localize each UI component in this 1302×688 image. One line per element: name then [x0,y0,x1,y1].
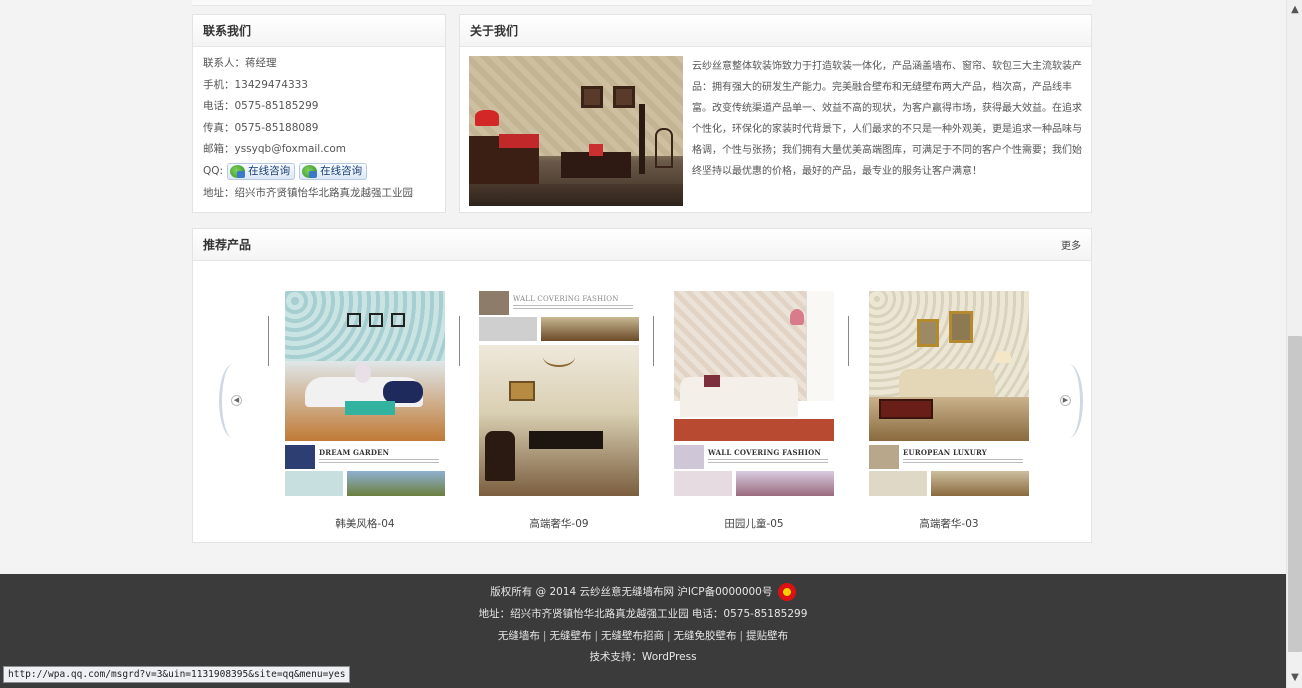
product-name: 高端奢华-03 [919,518,979,530]
red-lamp [475,110,499,126]
qq-chat-icon [230,165,246,179]
copyright-text: 版权所有 @ 2014 云纱丝意无缝墙布网 沪ICP备0000000号 [490,586,773,598]
bird-cage [655,128,673,168]
page: 联系我们 联系人：蒋经理 手机：13429474333 电话：0575-8518… [0,0,1286,688]
browser-status-url: http://wpa.qq.com/msgrd?v=3&uin=11319083… [3,666,351,683]
scroll-thumb[interactable] [1288,336,1302,652]
product-card[interactable]: EUROPEAN LUXURY 高端奢华-03 [869,291,1029,531]
product-caption: WALL COVERING FASHION [513,295,619,303]
footer-link-sticker[interactable]: 提贴壁布 [746,630,788,642]
about-header: 关于我们 [460,15,1091,47]
carousel-prev-button[interactable]: ◀ [219,364,249,438]
qq-chat-icon [302,165,318,179]
footer-links: 无缝墙布 | 无缝壁布 | 无缝壁布招商 | 无缝免胶壁布 | 提贴壁布 [497,629,789,642]
contact-fax: 传真：0575-85188089 [203,121,319,134]
carousel-next-button[interactable]: ▶ [1053,364,1083,438]
footer-link-glueless[interactable]: 无缝免胶壁布 [674,630,737,642]
footer-link-seamless-wallcloth[interactable]: 无缝墙布 [498,630,540,642]
product-caption: DREAM GARDEN [319,448,390,457]
footer-link-seamless-wallpaper[interactable]: 无缝壁布 [549,630,591,642]
product-image: WALL COVERING FASHION [479,291,639,496]
product-card[interactable]: DREAM GARDEN 韩美风格-04 [285,291,445,531]
qq-consult-button-1[interactable]: 在线咨询 [227,163,296,181]
recommend-header: 推荐产品 更多 [193,229,1091,261]
product-name: 高端奢华-09 [529,518,589,530]
about-title: 关于我们 [470,24,519,38]
contact-qq-row: QQ: 在线咨询 在线咨询 [203,161,435,183]
footer-link-franchise[interactable]: 无缝壁布招商 [601,630,664,642]
wall-frame [613,86,635,108]
recommend-panel: 推荐产品 更多 ◀ DREAM GARDEN 韩美风格-04 WALL COVE… [192,228,1092,543]
top-strip [192,0,1092,6]
footer-address: 地址：绍兴市齐贤镇怡华北路真龙越强工业园 电话：0575-85185299 [478,607,808,620]
contact-title: 联系我们 [203,24,252,38]
product-name: 韩美风格-04 [335,518,395,530]
about-showroom-image [469,56,683,206]
catalog-spine [653,316,657,366]
about-text: 云纱丝意整体软装饰致力于打造软装一体化，产品涵盖墙布、窗帘、软包三大主流软装产品… [692,61,1082,177]
qq-consult-button-2[interactable]: 在线咨询 [299,163,368,181]
contact-list: 联系人：蒋经理 手机：13429474333 电话：0575-85185299 … [193,47,445,204]
product-caption: WALL COVERING FASHION [708,448,821,457]
contact-person: 联系人：蒋经理 [203,57,277,69]
recommend-title: 推荐产品 [203,238,252,252]
contact-panel: 联系我们 联系人：蒋经理 手机：13429474333 电话：0575-8518… [192,14,446,213]
contact-mobile: 手机：13429474333 [203,78,308,91]
police-badge-icon[interactable] [777,583,796,601]
catalog-spine [459,316,463,366]
about-panel: 关于我们 云纱丝意整体软装饰致力于打造软装一体化，产品涵盖墙布、窗帘、软包三大主… [459,14,1092,213]
contact-address: 地址：绍兴市齐贤镇怡华北路真龙越强工业园 [203,186,413,199]
product-card[interactable]: WALL COVERING FASHION 田园儿童-05 [674,291,834,531]
catalog-spine [268,316,272,366]
catalog-spine [848,316,852,366]
footer-copyright: 版权所有 @ 2014 云纱丝意无缝墙布网 沪ICP备0000000号 [0,582,1286,604]
chevron-right-icon: ▶ [1060,395,1071,406]
scroll-down-icon[interactable]: ▼ [1287,670,1302,686]
product-image: WALL COVERING FASHION [674,291,834,496]
product-caption: EUROPEAN LUXURY [903,448,987,457]
contact-header: 联系我们 [193,15,445,47]
more-link[interactable]: 更多 [1061,237,1081,252]
qq-label: QQ: [203,164,224,177]
about-body: 云纱丝意整体软装饰致力于打造软装一体化，产品涵盖墙布、窗帘、软包三大主流软装产品… [460,47,1091,206]
scroll-up-icon[interactable]: ▲ [1287,2,1302,18]
product-card[interactable]: WALL COVERING FASHION 高端奢华-09 [479,291,639,531]
product-image: EUROPEAN LUXURY [869,291,1029,496]
floor-lamp [639,104,645,174]
qq-consult-label: 在线咨询 [248,164,291,177]
vertical-scrollbar[interactable]: ▲ ▼ [1286,0,1302,688]
contact-phone: 电话：0575-85185299 [203,100,319,113]
wall-frame [581,86,603,108]
qq-consult-label: 在线咨询 [320,164,363,177]
chevron-left-icon: ◀ [231,395,242,406]
contact-email: 邮箱：yssyqb@foxmail.com [203,143,346,156]
red-vase [589,144,603,156]
product-name: 田园儿童-05 [724,518,784,530]
red-cushion [499,134,539,148]
product-image: DREAM GARDEN [285,291,445,496]
product-carousel: ◀ DREAM GARDEN 韩美风格-04 WALL COVERING FAS… [193,261,1091,543]
floor [469,184,683,206]
